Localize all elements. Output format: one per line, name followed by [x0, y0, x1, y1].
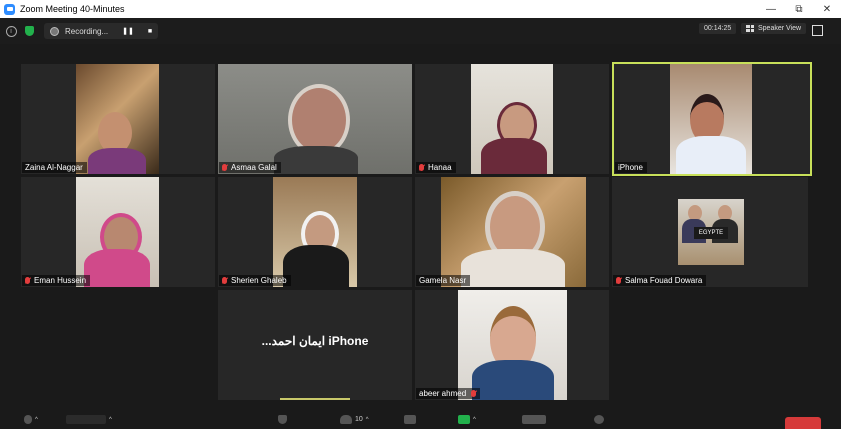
participant-video: [218, 64, 412, 174]
speaking-indicator: [280, 398, 350, 400]
shield-icon: [24, 26, 34, 36]
participant-name-label: Hanaa: [416, 162, 456, 173]
recording-indicator: Recording... ❚❚ ■: [44, 23, 159, 39]
participant-tile[interactable]: Eman Hussein: [21, 177, 215, 287]
record-button[interactable]: [522, 415, 546, 424]
meeting-info-button[interactable]: i: [4, 24, 18, 38]
recording-dot-icon: [50, 26, 59, 36]
share-screen-icon: [458, 415, 470, 424]
fullscreen-icon[interactable]: [812, 25, 823, 36]
participant-video: [76, 177, 159, 287]
pause-record-icon: [522, 415, 546, 424]
mic-muted-icon: [419, 164, 424, 171]
participant-tile[interactable]: Sherien Ghaleb: [218, 177, 412, 287]
participant-video: [670, 64, 752, 174]
participant-display-name: ...ايمان احمد iPhone: [261, 334, 369, 348]
mic-muted-icon: [222, 277, 227, 284]
reactions-button[interactable]: [594, 415, 604, 424]
pause-recording-button[interactable]: ❚❚: [122, 27, 134, 35]
meeting-timer: 00:14:25: [699, 23, 737, 34]
window-title: Zoom Meeting 40-Minutes: [20, 4, 125, 14]
participant-name-label: Asmaa Galal: [219, 162, 281, 173]
meeting-toolbar: ^ ^ 10 ^ ^: [0, 411, 841, 429]
mic-muted-icon: [25, 277, 30, 284]
participant-video: [471, 64, 553, 174]
microphone-icon: [24, 415, 32, 424]
participant-tile[interactable]: Asmaa Galal: [218, 64, 412, 174]
stop-recording-button[interactable]: ■: [148, 28, 152, 35]
speaker-view-label: Speaker View: [758, 25, 802, 32]
chevron-up-icon[interactable]: ^: [35, 417, 38, 423]
minimize-button[interactable]: —: [757, 4, 785, 15]
mic-muted-icon: [471, 390, 477, 397]
participant-name-label: iPhone: [615, 162, 647, 173]
security-shield-icon: [278, 415, 287, 424]
mic-muted-icon: [616, 277, 621, 284]
participant-name-label: Gamela Nasr: [416, 275, 471, 286]
egypte-sign: EGYPTE: [694, 227, 728, 239]
participant-video: [441, 177, 586, 287]
chat-button[interactable]: [404, 415, 416, 424]
zoom-logo-icon: [4, 3, 15, 15]
start-video-button[interactable]: ^: [66, 415, 112, 424]
participant-tile[interactable]: abeer ahmed: [415, 290, 609, 400]
participant-name-label: Sherien Ghaleb: [219, 275, 291, 286]
end-meeting-button[interactable]: [785, 417, 821, 429]
participants-icon: [340, 415, 352, 424]
participant-video: [273, 177, 357, 287]
share-screen-button[interactable]: ^: [458, 415, 476, 424]
close-button[interactable]: ✕: [813, 4, 841, 15]
participant-tile-no-video[interactable]: ...ايمان احمد iPhone: [218, 290, 412, 400]
recording-label: Recording...: [65, 26, 109, 36]
smiley-icon: [594, 415, 604, 424]
chevron-up-icon[interactable]: ^: [366, 417, 369, 423]
title-bar: Zoom Meeting 40-Minutes — ⧉ ✕: [0, 0, 841, 18]
maximize-button[interactable]: ⧉: [785, 4, 813, 15]
participant-name-label: Eman Hussein: [22, 275, 91, 286]
participant-name-label: abeer ahmed: [416, 388, 481, 399]
info-icon: i: [5, 25, 17, 37]
participant-name-label: Zaina Al-Naggar: [22, 162, 87, 173]
chevron-up-icon[interactable]: ^: [109, 417, 112, 423]
participant-tile[interactable]: Hanaa: [415, 64, 609, 174]
security-button[interactable]: [278, 415, 287, 424]
meeting-info-bar: i Recording... ❚❚ ■ 00:14:25 Speaker Vie…: [0, 18, 841, 44]
participant-tile[interactable]: Gamela Nasr: [415, 177, 609, 287]
encryption-button[interactable]: [22, 24, 36, 38]
grid-icon: [746, 25, 754, 32]
mic-muted-icon: [222, 164, 227, 171]
participants-count: 10: [355, 416, 363, 423]
participant-tile-active-speaker[interactable]: iPhone: [612, 62, 812, 176]
chevron-up-icon[interactable]: ^: [473, 417, 476, 423]
participant-video: [458, 290, 567, 400]
participant-video: [76, 64, 159, 174]
unmute-button[interactable]: ^: [24, 415, 38, 424]
chat-icon: [404, 415, 416, 424]
participant-video: EGYPTE: [678, 199, 744, 265]
speaker-view-button[interactable]: Speaker View: [741, 23, 807, 34]
participants-button[interactable]: 10 ^: [340, 415, 369, 424]
participant-name-label: Salma Fouad Dowara: [613, 275, 707, 286]
video-camera-icon: [66, 415, 106, 424]
participant-tile[interactable]: Zaina Al-Naggar: [21, 64, 215, 174]
participant-tile[interactable]: EGYPTE Salma Fouad Dowara: [612, 177, 808, 287]
